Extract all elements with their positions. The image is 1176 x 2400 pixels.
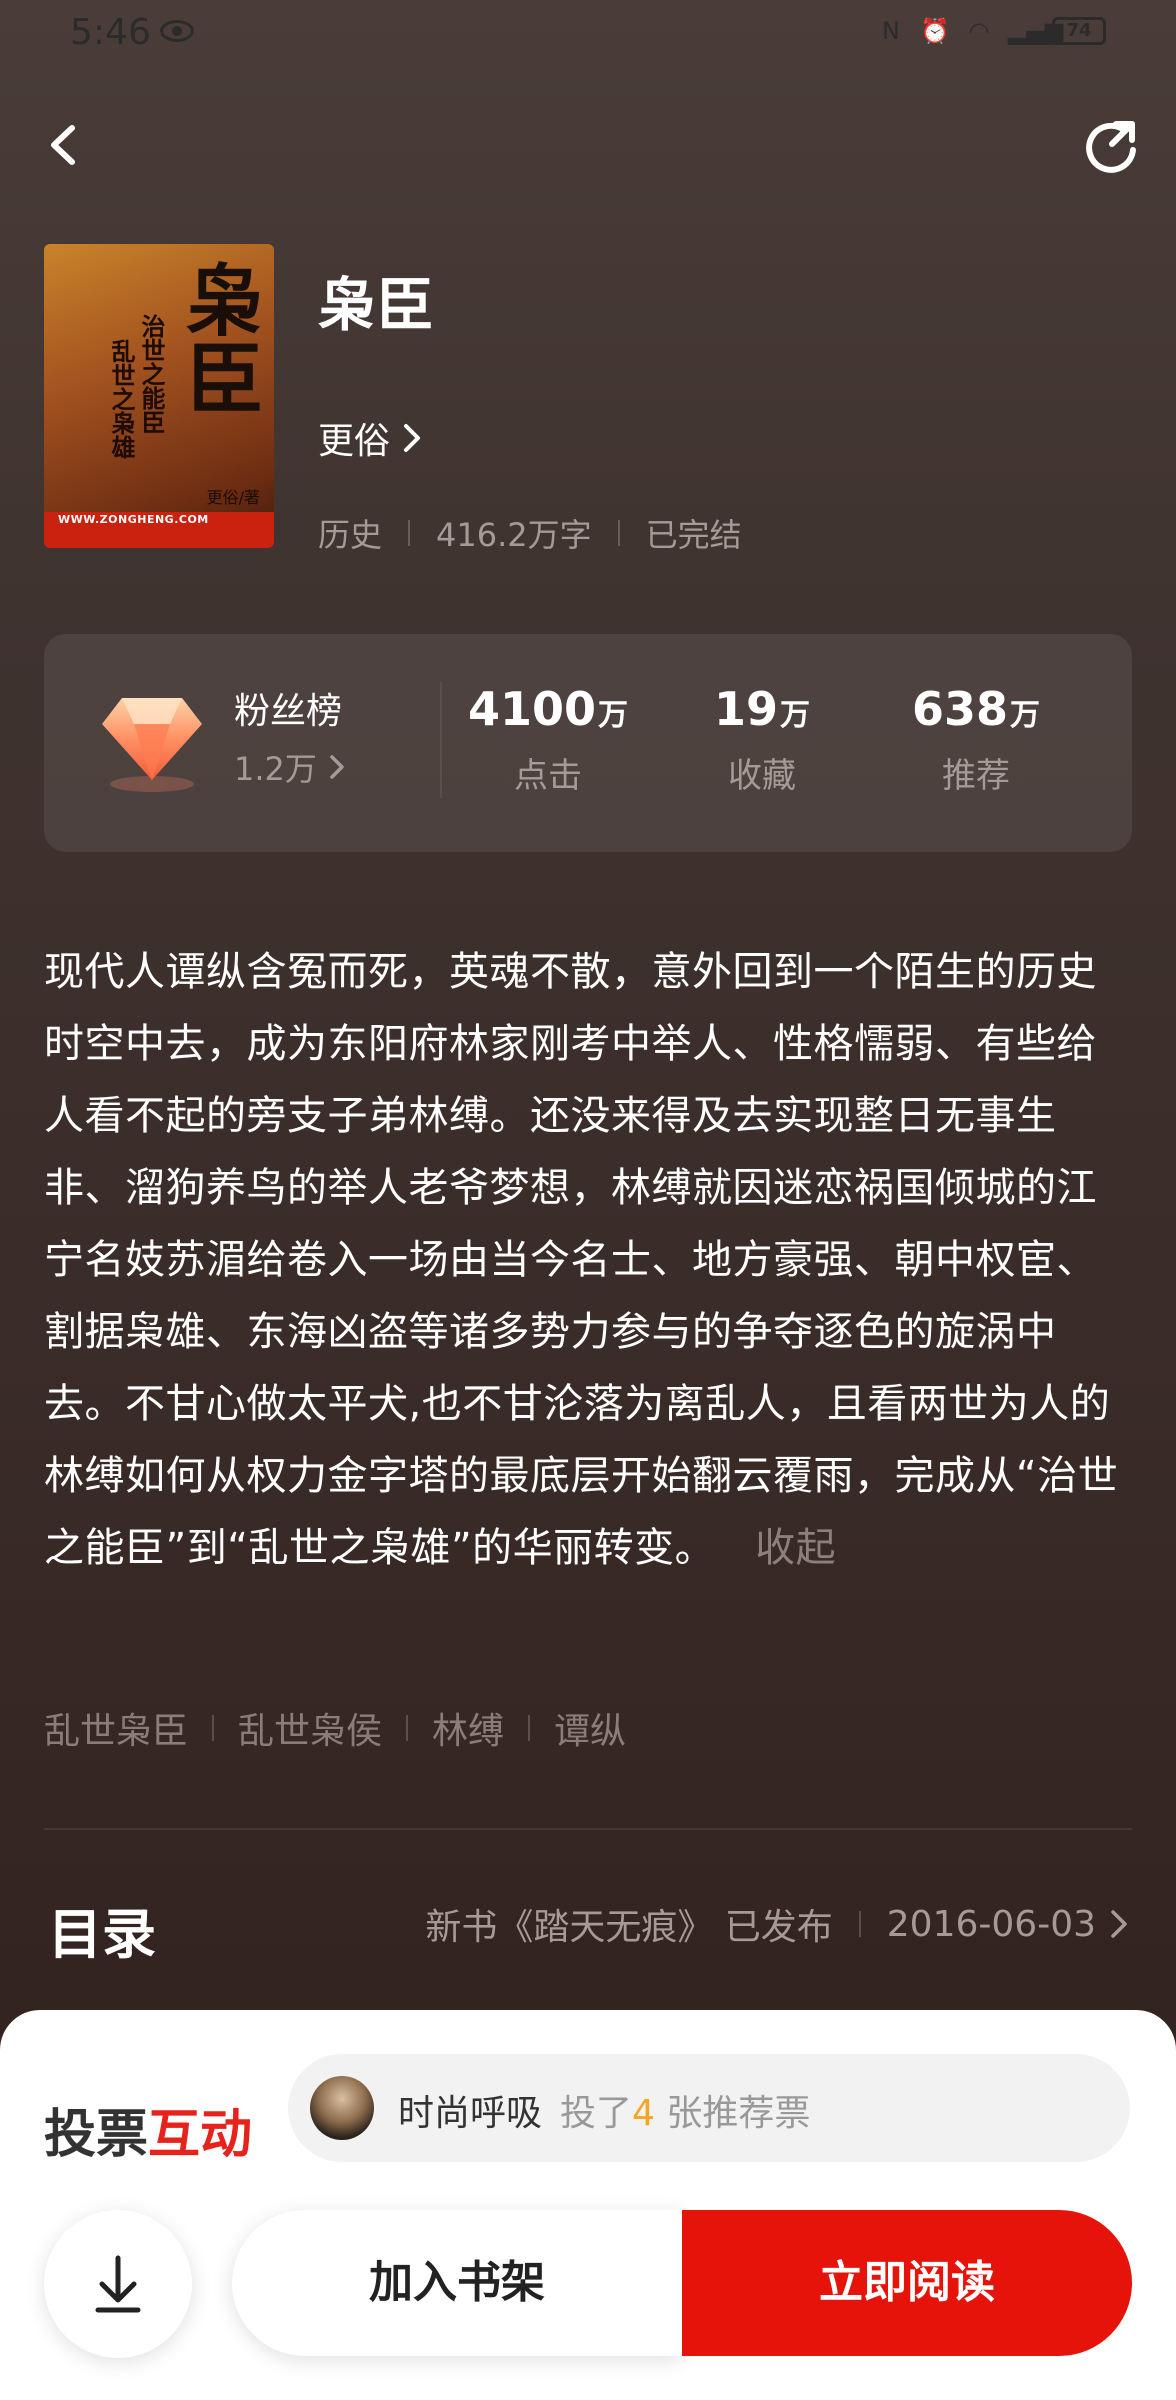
vote-text-before: 投了: [560, 2093, 633, 2134]
stat-recommend: 638万 推荐: [876, 682, 1076, 797]
vote-text-after: 张推荐票: [654, 2093, 811, 2134]
section-divider: [44, 1828, 1132, 1830]
fans-rank-label: 粉丝榜: [234, 691, 343, 732]
vote-section-title: 投票互动: [44, 2092, 252, 2167]
stat-clicks: 4100万 点击: [448, 682, 648, 797]
stat-clicks-value: 4100: [467, 682, 597, 736]
book-words: 416.2万字: [436, 516, 592, 554]
avatar: [310, 2076, 374, 2140]
wifi-icon: ◠: [968, 17, 990, 45]
vote-ticker[interactable]: 时尚呼吸 投了4 张推荐票: [288, 2054, 1130, 2162]
book-category: 历史: [318, 516, 383, 554]
cover-url: WWW.ZONGHENG.COM: [58, 513, 209, 526]
divider: [212, 1715, 215, 1741]
fans-rank-link[interactable]: 1.2万: [234, 744, 347, 790]
divider: [406, 1715, 409, 1741]
stat-recommend-label: 推荐: [942, 756, 1010, 796]
stat-favorites-label: 收藏: [728, 756, 796, 796]
tag-item[interactable]: 谭纵: [554, 1702, 626, 1754]
tag-item[interactable]: 林缚: [432, 1702, 504, 1754]
chevron-left-icon: [51, 125, 75, 165]
vote-count: 4: [632, 2093, 655, 2134]
description-text: 现代人谭纵含冤而死，英魂不散，意外回到一个陌生的历史时空中去，成为东阳府林家刚考…: [44, 949, 1119, 1571]
battery-level: 74: [1066, 20, 1092, 41]
divider: [617, 520, 620, 546]
add-to-shelf-label: 加入书架: [369, 2257, 545, 2308]
add-to-shelf-button[interactable]: 加入书架: [232, 2210, 682, 2356]
toc-link[interactable]: 新书《踏天无痕》 已发布 2016-06-03: [425, 1898, 1132, 1950]
cover-subtitle-2: 乱世之枭雄: [107, 339, 135, 459]
book-state: 已完结: [645, 516, 742, 554]
tag-item[interactable]: 乱世枭臣: [44, 1702, 188, 1754]
stat-recommend-unit: 万: [1010, 698, 1041, 733]
toc-latest: 新书《踏天无痕》 已发布: [425, 1907, 833, 1948]
book-meta: 历史 416.2万字 已完结: [318, 510, 742, 556]
chevron-right-icon: [330, 755, 344, 779]
nfc-icon: N: [882, 17, 900, 45]
toc-date: 2016-06-03: [886, 1903, 1096, 1945]
share-icon: [1086, 121, 1136, 173]
stats-card: 粉丝榜 1.2万 4100万 点击 19万 收藏 638万 推荐: [44, 634, 1132, 852]
divider: [858, 1911, 861, 1937]
stat-favorites-unit: 万: [780, 698, 810, 733]
back-button[interactable]: [30, 110, 100, 180]
eye-icon: [160, 20, 194, 42]
tag-list: 乱世枭臣 乱世枭侯 林缚 谭纵: [44, 1702, 626, 1754]
download-button[interactable]: [44, 2210, 192, 2358]
cover-subtitle-1: 治世之能臣: [137, 314, 165, 434]
stat-favorites: 19万 收藏: [662, 682, 862, 797]
book-title: 枭臣: [318, 271, 435, 339]
collapse-button[interactable]: 收起: [755, 1525, 836, 1571]
toc-title[interactable]: 目录: [48, 1890, 156, 1969]
vote-user: 时尚呼吸: [398, 2093, 543, 2134]
read-now-button[interactable]: 立即阅读: [682, 2210, 1132, 2356]
read-now-label: 立即阅读: [819, 2257, 995, 2308]
stat-clicks-label: 点击: [514, 756, 582, 796]
alarm-icon: ⏰: [920, 17, 950, 45]
stat-favorites-value: 19: [713, 682, 778, 736]
bottom-sheet: 投票互动 时尚呼吸 投了4 张推荐票 加入书架 立即阅读: [0, 2010, 1176, 2400]
divider: [440, 682, 442, 798]
status-bar: 5:46 N ⏰ ◠ ▂▄▆ 74: [0, 0, 1176, 70]
cover-title: 枭臣: [173, 260, 264, 416]
signal-icon: ▂▄▆: [1008, 17, 1064, 45]
author-name: 更俗: [318, 421, 391, 462]
tag-item[interactable]: 乱世枭侯: [238, 1702, 382, 1754]
download-icon: [95, 2255, 141, 2313]
author-link[interactable]: 更俗: [318, 412, 424, 464]
share-button[interactable]: [1076, 110, 1146, 180]
status-time: 5:46: [70, 12, 151, 53]
vote-title-b: 互动: [148, 2104, 253, 2165]
divider: [408, 520, 411, 546]
stat-recommend-value: 638: [911, 682, 1009, 736]
status-icons: N ⏰ ◠ ▂▄▆ 74: [876, 16, 1106, 46]
diamond-icon: [102, 698, 202, 792]
fans-rank-value: 1.2万: [234, 750, 317, 788]
book-description: 现代人谭纵含冤而死，英魂不散，意外回到一个陌生的历史时空中去，成为东阳府林家刚考…: [44, 936, 1134, 1584]
chevron-right-icon: [1111, 1910, 1127, 1938]
battery-icon: 74: [1052, 17, 1106, 45]
chevron-right-icon: [404, 424, 421, 452]
cover-author: 更俗/著: [206, 488, 260, 507]
stat-clicks-unit: 万: [598, 698, 629, 733]
vote-title-a: 投票: [44, 2104, 149, 2165]
divider: [528, 1715, 531, 1741]
book-cover[interactable]: 枭臣 治世之能臣 乱世之枭雄 更俗/著 WWW.ZONGHENG.COM: [44, 244, 274, 548]
vote-text: 投了4 张推荐票: [560, 2084, 810, 2136]
